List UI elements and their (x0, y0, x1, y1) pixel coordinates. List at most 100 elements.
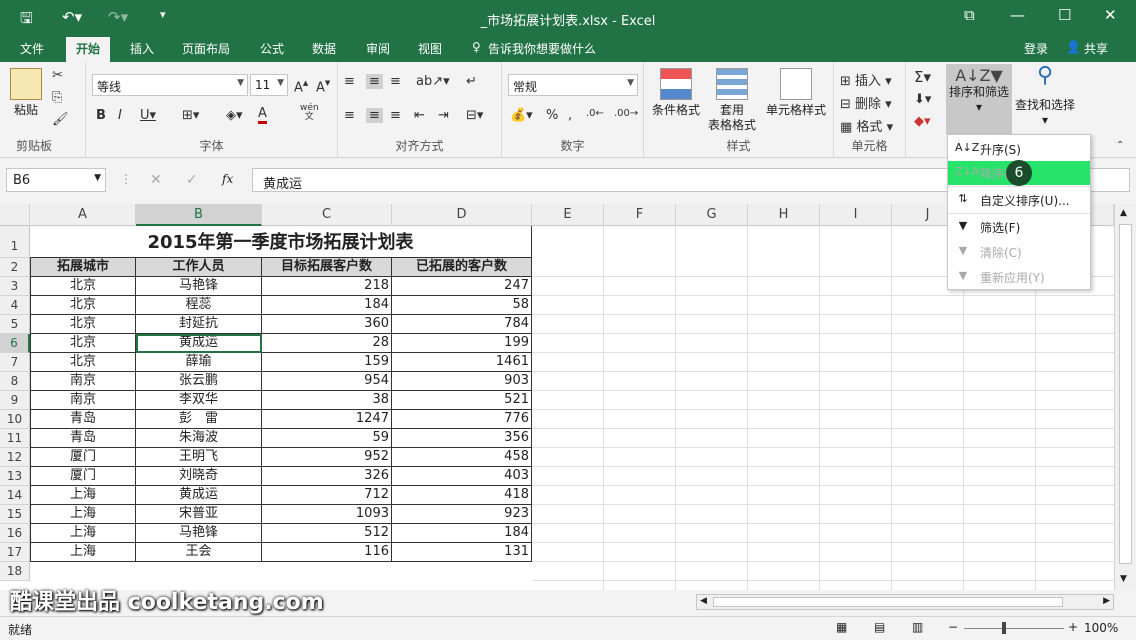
menu-item-reapply[interactable]: ▼ 重新应用(Y) (948, 265, 1090, 289)
insert-cells-button[interactable]: ⊞ 插入 ▾ (840, 70, 892, 89)
column-header[interactable]: E (532, 204, 604, 226)
row-header[interactable]: 8 (0, 372, 30, 391)
menu-item-custom-sort[interactable]: ⇅ 自定义排序(U)... (948, 188, 1090, 212)
table-cell[interactable]: 薛瑜 (136, 353, 262, 372)
normal-view-icon[interactable]: ▦ (836, 620, 847, 634)
grow-font-icon[interactable]: A▴ (294, 76, 308, 95)
conditional-format-button[interactable]: 条件格式 (648, 68, 704, 118)
shrink-font-icon[interactable]: A▾ (316, 76, 330, 95)
align-left-icon[interactable]: ≡ (344, 108, 355, 123)
login-link[interactable]: 登录 (1024, 40, 1048, 57)
table-cell[interactable]: 刘晓奇 (136, 467, 262, 486)
table-cell[interactable]: 上海 (30, 524, 136, 543)
row-header[interactable]: 18 (0, 562, 30, 581)
italic-icon[interactable]: I (118, 108, 122, 123)
column-header[interactable]: D (392, 204, 532, 226)
row-header[interactable]: 13 (0, 467, 30, 486)
table-cell[interactable]: 上海 (30, 505, 136, 524)
row-header[interactable]: 3 (0, 277, 30, 296)
scroll-down-icon[interactable]: ▼ (1120, 574, 1127, 584)
close-icon[interactable]: ✕ (1104, 6, 1117, 24)
table-cell[interactable]: 784 (392, 315, 532, 334)
table-cell[interactable]: 上海 (30, 543, 136, 562)
table-cell[interactable]: 1093 (262, 505, 392, 524)
hscroll-thumb[interactable] (713, 597, 1063, 607)
table-cell[interactable]: 712 (262, 486, 392, 505)
column-header[interactable]: G (676, 204, 748, 226)
table-cell[interactable]: 184 (262, 296, 392, 315)
row-header[interactable]: 10 (0, 410, 30, 429)
align-right-icon[interactable]: ≡ (390, 108, 401, 123)
table-cell[interactable]: 朱海波 (136, 429, 262, 448)
menu-item-clear[interactable]: ▼ 清除(C) (948, 240, 1090, 264)
row-header[interactable]: 17 (0, 543, 30, 562)
comma-style-icon[interactable]: , (568, 108, 572, 123)
tab-insert[interactable]: 插入 (130, 40, 154, 57)
format-painter-icon[interactable]: 🖌 (52, 112, 69, 127)
column-header[interactable]: B (136, 204, 262, 226)
table-cell[interactable]: 952 (262, 448, 392, 467)
table-cell[interactable]: 王会 (136, 543, 262, 562)
wrap-text-icon[interactable]: ↵ (466, 74, 477, 89)
menu-item-filter[interactable]: ▼ 筛选(F) (948, 215, 1090, 239)
table-cell[interactable]: 776 (392, 410, 532, 429)
table-cell[interactable]: 青岛 (30, 429, 136, 448)
row-header[interactable]: 5 (0, 315, 30, 334)
table-cell[interactable]: 彭 雷 (136, 410, 262, 429)
table-cell[interactable]: 张云鹏 (136, 372, 262, 391)
table-cell[interactable]: 厦门 (30, 448, 136, 467)
row-header[interactable]: 2 (0, 258, 30, 277)
insert-function-icon[interactable]: fx (222, 172, 233, 186)
find-select-button[interactable]: ⚲ 查找和选择 ▾ (1012, 65, 1078, 128)
table-cell[interactable]: 184 (392, 524, 532, 543)
table-cell[interactable]: 326 (262, 467, 392, 486)
tab-data[interactable]: 数据 (312, 40, 336, 57)
font-size-combo[interactable]: 11 ▼ (250, 74, 288, 96)
table-cell[interactable]: 北京 (30, 334, 136, 353)
table-cell[interactable]: 程蕊 (136, 296, 262, 315)
table-cell[interactable]: 马艳锋 (136, 277, 262, 296)
zoom-in-icon[interactable]: + (1068, 620, 1078, 634)
table-cell[interactable]: 131 (392, 543, 532, 562)
horizontal-scrollbar[interactable]: ◀ ▶ (696, 594, 1114, 610)
cut-icon[interactable]: ✂ (52, 68, 63, 83)
table-cell[interactable]: 903 (392, 372, 532, 391)
scroll-thumb[interactable] (1119, 224, 1132, 564)
column-header[interactable]: A (30, 204, 136, 226)
underline-icon[interactable]: U▾ (140, 108, 156, 123)
collapse-ribbon-icon[interactable]: ⌃ (1116, 140, 1124, 151)
align-middle-icon[interactable]: ≡ (366, 74, 383, 89)
merge-center-icon[interactable]: ⊟▾ (466, 108, 483, 123)
table-cell[interactable]: 1461 (392, 353, 532, 372)
percent-icon[interactable]: % (546, 108, 558, 123)
row-header[interactable]: 6 (0, 334, 30, 353)
table-cell[interactable]: 黄成运 (136, 486, 262, 505)
column-header[interactable]: I (820, 204, 892, 226)
decrease-decimal-icon[interactable]: .00→ (614, 108, 638, 119)
table-cell[interactable]: 199 (392, 334, 532, 353)
zoom-out-icon[interactable]: − (948, 620, 958, 634)
zoom-level[interactable]: 100% (1084, 621, 1118, 635)
table-cell[interactable]: 58 (392, 296, 532, 315)
row-header[interactable]: 12 (0, 448, 30, 467)
scroll-right-icon[interactable]: ▶ (1103, 596, 1110, 606)
row-header[interactable]: 7 (0, 353, 30, 372)
column-header[interactable]: F (604, 204, 676, 226)
number-format-combo[interactable]: 常规 ▼ (508, 74, 638, 96)
share-button[interactable]: 共享 (1084, 40, 1108, 57)
table-cell[interactable]: 38 (262, 391, 392, 410)
select-all-corner[interactable] (0, 204, 30, 226)
fill-icon[interactable]: ⬇▾ (914, 92, 931, 107)
table-cell[interactable]: 403 (392, 467, 532, 486)
phonetic-icon[interactable]: wén 文 (300, 104, 319, 122)
zoom-slider-thumb[interactable] (1002, 622, 1006, 634)
font-name-combo[interactable]: 等线 ▼ (92, 74, 248, 96)
table-cell[interactable]: 青岛 (30, 410, 136, 429)
table-cell[interactable]: 马艳锋 (136, 524, 262, 543)
copy-icon[interactable]: ⎘ (52, 90, 62, 105)
border-icon[interactable]: ⊞▾ (182, 108, 199, 123)
table-cell[interactable]: 247 (392, 277, 532, 296)
tab-home[interactable]: 开始 (66, 37, 111, 62)
row-header[interactable]: 16 (0, 524, 30, 543)
page-layout-view-icon[interactable]: ▤ (874, 620, 885, 634)
